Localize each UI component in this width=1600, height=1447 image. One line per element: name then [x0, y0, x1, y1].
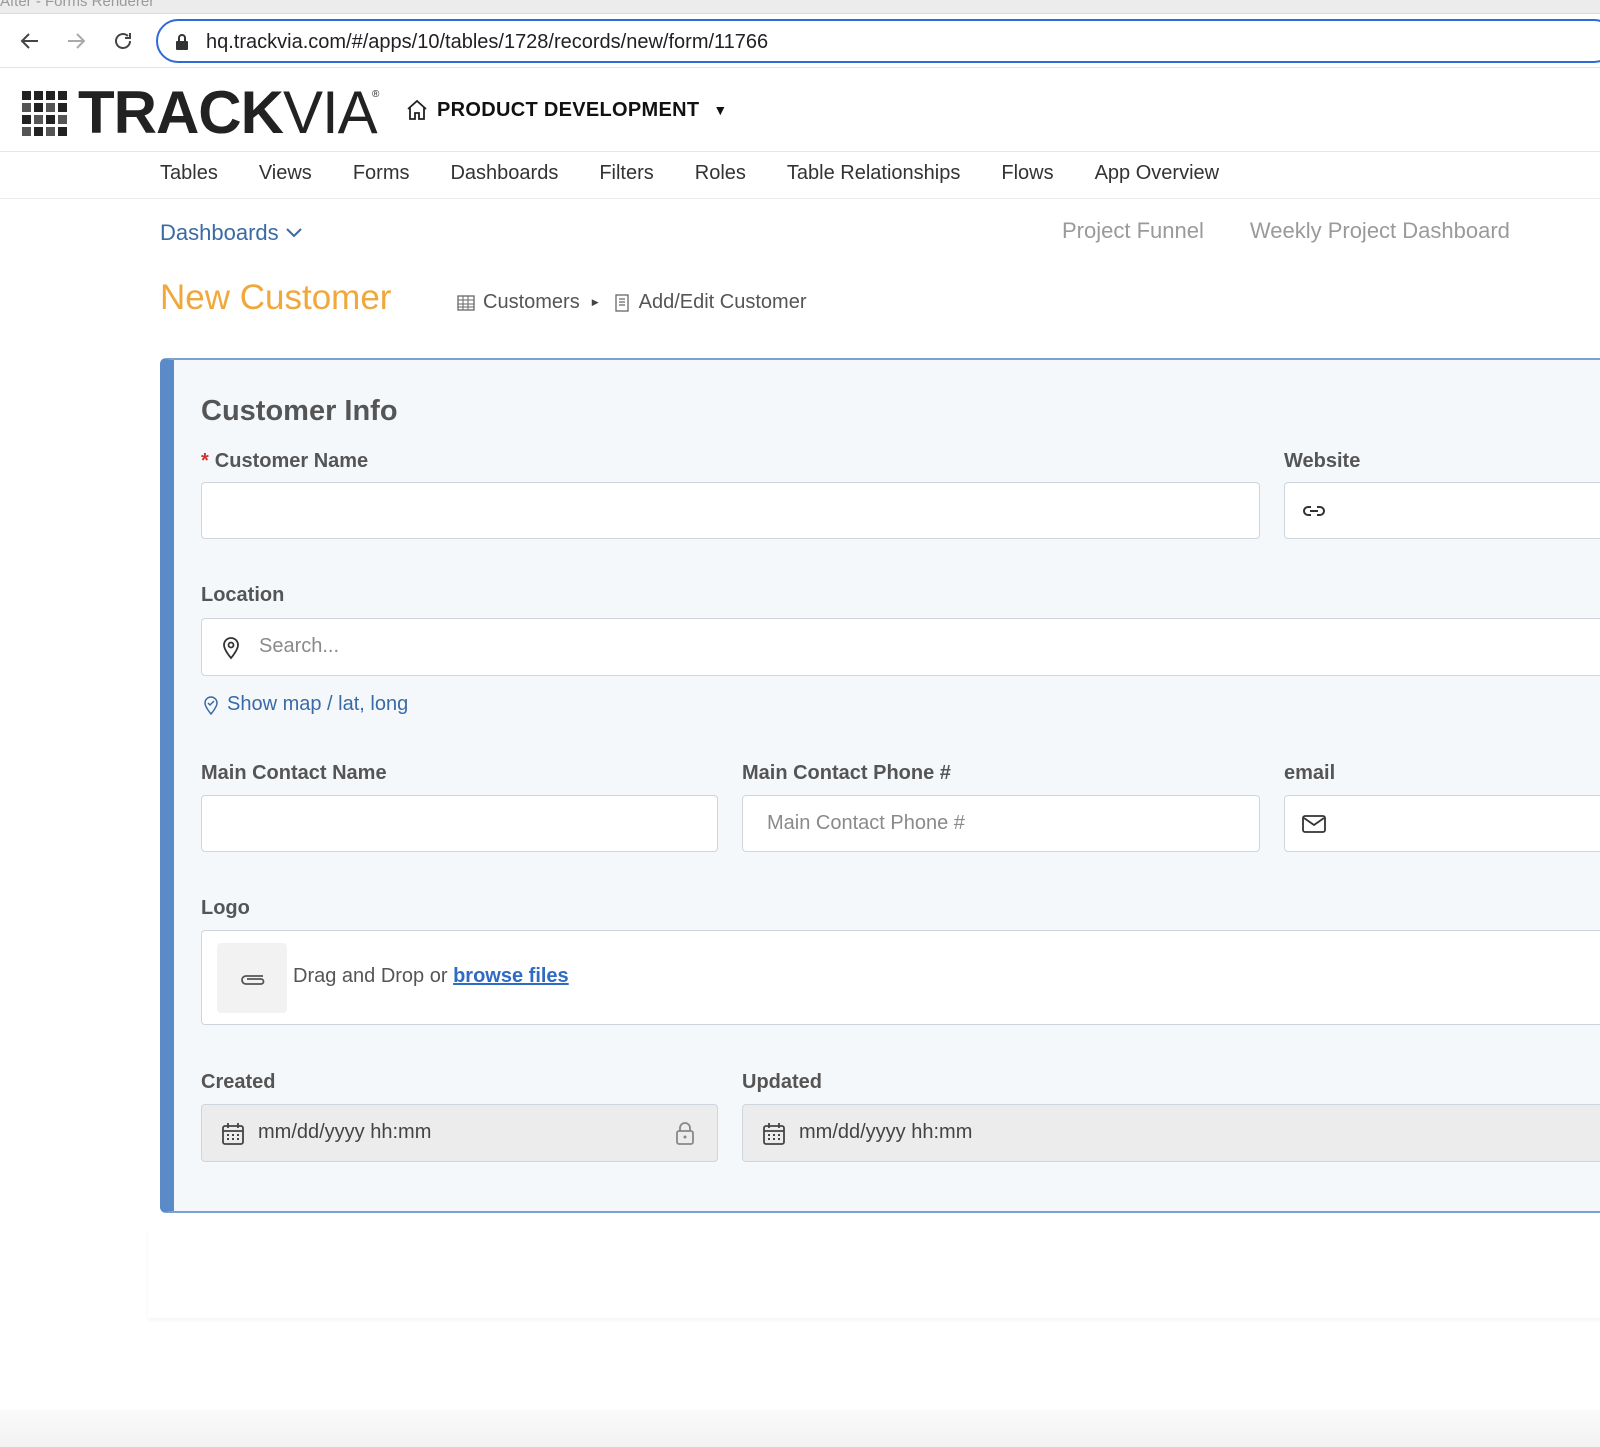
main-contact-phone-input[interactable]: Main Contact Phone #: [742, 795, 1260, 852]
address-bar[interactable]: hq.trackvia.com/#/apps/10/tables/1728/re…: [156, 19, 1600, 63]
breadcrumb-add-edit-customer[interactable]: Add/Edit Customer: [639, 291, 807, 314]
dashboards-dropdown-label: Dashboards: [160, 220, 279, 245]
location-label: Location: [201, 584, 285, 606]
url-text[interactable]: hq.trackvia.com/#/apps/10/tables/1728/re…: [206, 31, 768, 54]
dashboard-link-project-funnel[interactable]: Project Funnel: [1062, 218, 1204, 244]
customer-name-label: * Customer Name: [201, 450, 368, 473]
forward-button[interactable]: [59, 24, 93, 58]
nav-item-roles[interactable]: Roles: [695, 162, 746, 185]
breadcrumb-separator-icon: ▶: [591, 297, 599, 307]
nav-item-filters[interactable]: Filters: [599, 162, 653, 185]
nav-item-flows[interactable]: Flows: [1001, 162, 1053, 185]
table-icon: [457, 294, 475, 311]
chevron-down-icon: [285, 228, 302, 238]
browser-tab-title[interactable]: After - Forms Renderer: [0, 0, 154, 10]
link-icon: [1301, 498, 1327, 524]
browser-toolbar: hq.trackvia.com/#/apps/10/tables/1728/re…: [0, 14, 1600, 68]
nav-item-views[interactable]: Views: [259, 162, 312, 185]
website-input[interactable]: [1284, 482, 1600, 539]
map-pin-icon: [218, 634, 244, 660]
attach-button[interactable]: [217, 943, 287, 1013]
browse-files-link[interactable]: browse files: [453, 965, 569, 987]
required-marker: *: [201, 450, 209, 472]
page-bottom-shade: [0, 1410, 1600, 1447]
website-label: Website: [1284, 450, 1361, 472]
breadcrumb: Customers ▶ Add/Edit Customer: [457, 291, 806, 314]
created-value: mm/dd/yyyy hh:mm: [258, 1121, 432, 1143]
footer-card: [148, 1230, 1600, 1318]
drop-instructions: Drag and Drop or browse files: [293, 965, 569, 988]
logo-bold-text: TRACK: [78, 79, 284, 146]
main-contact-name-input[interactable]: [201, 795, 718, 852]
created-label: Created: [201, 1071, 276, 1093]
breadcrumb-customers[interactable]: Customers: [483, 291, 580, 314]
email-label: email: [1284, 762, 1336, 784]
mail-icon: [1301, 811, 1327, 837]
chevron-down-icon: ▼: [713, 102, 728, 118]
main-contact-phone-placeholder: Main Contact Phone #: [767, 812, 965, 834]
app-name: PRODUCT DEVELOPMENT: [437, 98, 700, 121]
map-check-icon: [204, 695, 218, 715]
page-title-row: New Customer Customers ▶ Add/Edit Custom…: [0, 278, 1600, 328]
location-search-input[interactable]: Search...: [201, 618, 1600, 676]
reload-icon: [115, 33, 131, 49]
show-map-link[interactable]: Show map / lat, long: [203, 693, 408, 716]
main-contact-phone-label: Main Contact Phone #: [742, 762, 951, 784]
section-title: Customer Info: [201, 395, 398, 427]
form-icon: [614, 293, 629, 312]
home-icon: [405, 98, 429, 122]
dashboard-link-weekly-project[interactable]: Weekly Project Dashboard: [1250, 218, 1510, 244]
arrow-left-icon: [20, 33, 38, 49]
browser-tab-strip: After - Forms Renderer: [0, 0, 1600, 14]
main-contact-name-label: Main Contact Name: [201, 762, 387, 784]
email-input[interactable]: [1284, 795, 1600, 852]
padlock-icon: [672, 1120, 698, 1146]
paperclip-icon: [241, 975, 265, 985]
customer-name-label-text: Customer Name: [214, 450, 369, 472]
nav-item-tables[interactable]: Tables: [160, 162, 218, 185]
dashboard-links: Project Funnel Weekly Project Dashboard: [1062, 218, 1510, 244]
trackvia-logo-mark-icon: [22, 91, 67, 136]
created-datetime-field: mm/dd/yyyy hh:mm: [201, 1104, 718, 1162]
nav-item-table-relationships[interactable]: Table Relationships: [787, 162, 960, 185]
dashboards-row: Dashboards Project Funnel Weekly Project…: [0, 212, 1600, 258]
app-switcher[interactable]: PRODUCT DEVELOPMENT ▼: [405, 95, 727, 125]
dashboards-dropdown[interactable]: Dashboards: [160, 220, 303, 246]
trackvia-logo-text[interactable]: TRACKVIA: [78, 79, 378, 146]
location-placeholder: Search...: [259, 635, 340, 657]
customer-name-input[interactable]: [201, 482, 1260, 539]
updated-datetime-field: mm/dd/yyyy hh:mm: [742, 1104, 1600, 1162]
main-nav: Tables Views Forms Dashboards Filters Ro…: [0, 153, 1600, 199]
nav-item-dashboards[interactable]: Dashboards: [450, 162, 558, 185]
logo-registered-mark: ®: [372, 89, 380, 100]
lock-icon: [176, 34, 188, 50]
arrow-right-icon: [68, 33, 86, 49]
nav-item-forms[interactable]: Forms: [353, 162, 410, 185]
logo-light-text: VIA: [282, 79, 378, 146]
updated-label: Updated: [742, 1071, 822, 1093]
nav-item-app-overview[interactable]: App Overview: [1095, 162, 1220, 185]
show-map-label: Show map / lat, long: [227, 693, 409, 715]
updated-value: mm/dd/yyyy hh:mm: [799, 1121, 973, 1143]
logo-label: Logo: [201, 897, 250, 919]
drop-text: Drag and Drop or: [293, 965, 454, 987]
calendar-icon: [220, 1121, 246, 1147]
back-button[interactable]: [13, 24, 47, 58]
logo-drop-zone[interactable]: Drag and Drop or browse files: [201, 930, 1600, 1025]
app-header: TRACKVIA ® PRODUCT DEVELOPMENT ▼: [0, 69, 1600, 152]
page-title: New Customer: [160, 278, 392, 317]
calendar-icon: [761, 1121, 787, 1147]
reload-button[interactable]: [106, 24, 140, 58]
